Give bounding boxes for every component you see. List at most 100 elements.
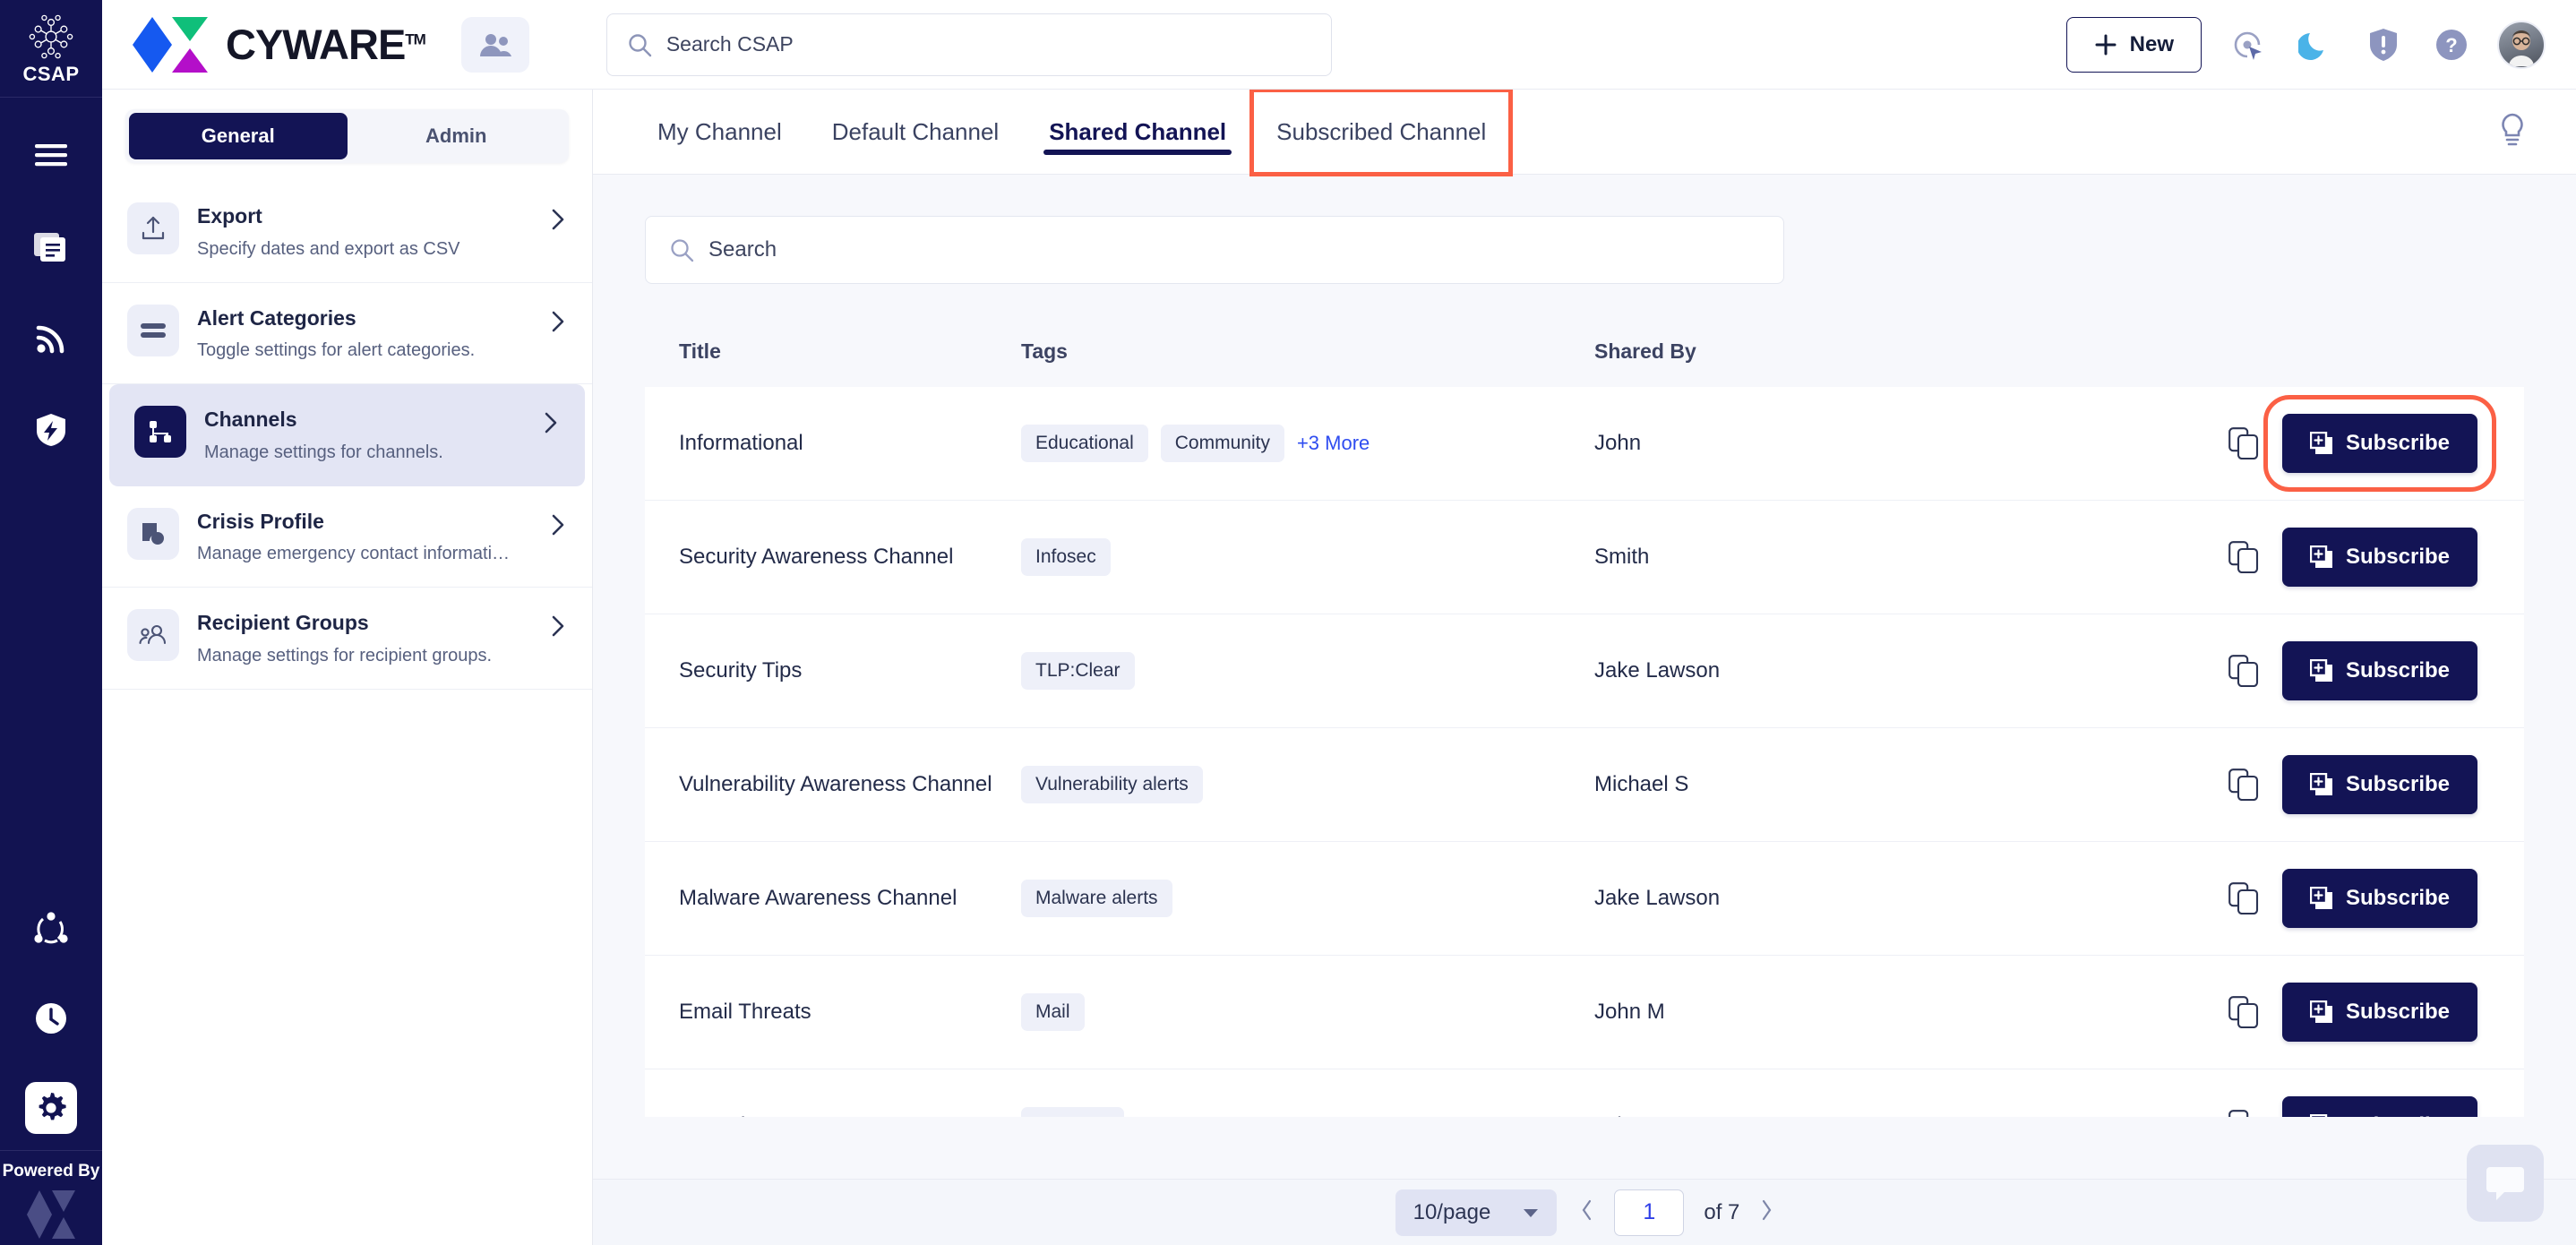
- gear-icon[interactable]: [25, 1082, 77, 1134]
- row-actions: Subscribe: [2168, 614, 2524, 728]
- svg-text:?: ?: [2445, 34, 2457, 56]
- row-shared-by: Michael S: [1594, 728, 2168, 842]
- row-actions: Subscribe: [2168, 1069, 2524, 1118]
- help-question-icon[interactable]: ?: [2429, 22, 2474, 67]
- table-row[interactable]: Security Awareness Channel Infosec Smith: [645, 501, 2524, 614]
- subscribe-button[interactable]: Subscribe: [2282, 983, 2477, 1042]
- moon-icon[interactable]: [2293, 22, 2338, 67]
- copy-icon[interactable]: [2228, 541, 2259, 573]
- subscribe-add-icon: [2310, 432, 2333, 455]
- shield-alert-icon[interactable]: [2361, 22, 2406, 67]
- copy-icon[interactable]: [2228, 427, 2259, 459]
- table-row[interactable]: Security Tips TLP:Clear Jake Lawson: [645, 614, 2524, 728]
- sidebar-item-recipient-groups[interactable]: Recipient Groups Manage settings for rec…: [102, 588, 592, 690]
- row-action-group: Subscribe: [2168, 414, 2524, 473]
- channel-tabs: My Channel Default Channel Shared Channe…: [593, 90, 2576, 175]
- channels-content: Search Title Tags Shared By Informationa…: [593, 175, 2576, 1245]
- channels-table-head: Title Tags Shared By: [645, 316, 2524, 387]
- table-row[interactable]: Vulnerability Awareness Channel Vulnerab…: [645, 728, 2524, 842]
- search-icon: [627, 32, 652, 57]
- chevron-down-icon: [1523, 1207, 1539, 1218]
- more-tags-link[interactable]: +3 More: [1297, 432, 1370, 455]
- lightbulb-icon[interactable]: [2497, 112, 2528, 152]
- chevron-right-icon[interactable]: [1759, 1198, 1773, 1226]
- tag[interactable]: Vulnerability alerts: [1021, 766, 1203, 803]
- search-input[interactable]: Search: [645, 216, 1784, 284]
- brand-word-text: CYWARE: [226, 21, 405, 68]
- row-action-group: Subscribe: [2168, 983, 2524, 1042]
- copy-icon[interactable]: [2228, 655, 2259, 687]
- rail-bottom-group: Powered By: [0, 871, 102, 1245]
- subscribe-add-icon: [2310, 545, 2333, 569]
- row-tags: Vulnerability alerts: [1021, 728, 1594, 842]
- subscribe-button[interactable]: Subscribe: [2282, 414, 2477, 473]
- subscribe-label: Subscribe: [2346, 658, 2450, 683]
- avatar[interactable]: [2497, 21, 2546, 69]
- table-row[interactable]: Email Threats Mail John M: [645, 956, 2524, 1069]
- subscribe-button[interactable]: Subscribe: [2282, 755, 2477, 814]
- subscribe-add-icon: [2310, 1114, 2333, 1117]
- sidebar-item-recipient-groups-title: Recipient Groups: [197, 611, 531, 636]
- new-button[interactable]: New: [2066, 17, 2202, 73]
- menu-icon[interactable]: [25, 130, 77, 182]
- row-title: Email Threats: [645, 956, 1021, 1069]
- subscribe-label: Subscribe: [2346, 431, 2450, 456]
- tag[interactable]: Darkweb: [1021, 1107, 1124, 1117]
- chat-bubble-icon[interactable]: [2467, 1145, 2544, 1222]
- row-shared-by: John M: [1594, 956, 2168, 1069]
- copy-icon[interactable]: [2228, 882, 2259, 914]
- tag[interactable]: Malware alerts: [1021, 880, 1172, 917]
- chevron-left-icon[interactable]: [1580, 1198, 1594, 1226]
- subscribe-button[interactable]: Subscribe: [2282, 528, 2477, 587]
- share-network-icon[interactable]: [25, 903, 77, 955]
- subscribe-button[interactable]: Subscribe: [2282, 1096, 2477, 1117]
- row-title: Security Tips: [645, 614, 1021, 728]
- subscribe-button[interactable]: Subscribe: [2282, 869, 2477, 928]
- table-row[interactable]: New Threat Actors Darkweb Jake Lawson: [645, 1069, 2524, 1118]
- sidebar-item-export[interactable]: Export Specify dates and export as CSV: [102, 181, 592, 283]
- rss-feed-icon[interactable]: [25, 313, 77, 365]
- shield-bolt-icon[interactable]: [25, 404, 77, 456]
- chevron-right-icon: [549, 305, 567, 335]
- left-icon-rail: CSAP: [0, 0, 102, 1245]
- sidebar-item-channels[interactable]: Channels Manage settings for channels.: [109, 384, 585, 486]
- per-page-value: 10/page: [1413, 1200, 1491, 1225]
- tag[interactable]: Educational: [1021, 425, 1148, 462]
- channels-table-scroll[interactable]: Title Tags Shared By Informational Educa…: [645, 284, 2524, 1117]
- tab-shared-channel[interactable]: Shared Channel: [1024, 90, 1251, 175]
- copy-icon[interactable]: [2228, 1110, 2259, 1117]
- page-number-input[interactable]: 1: [1614, 1189, 1684, 1236]
- row-title: New Threat Actors: [645, 1069, 1021, 1118]
- tag-list: Educational Community +3 More: [1021, 425, 1594, 462]
- people-icon[interactable]: [461, 17, 529, 73]
- tag[interactable]: Community: [1161, 425, 1284, 462]
- copy-icon[interactable]: [2228, 996, 2259, 1028]
- tag[interactable]: Infosec: [1021, 538, 1111, 576]
- documents-icon[interactable]: [25, 221, 77, 273]
- click-target-icon[interactable]: [2225, 22, 2270, 67]
- subscribe-button[interactable]: Subscribe: [2282, 641, 2477, 700]
- table-row[interactable]: Informational Educational Community +3 M…: [645, 387, 2524, 501]
- tab-default-channel[interactable]: Default Channel: [807, 90, 1024, 175]
- tag[interactable]: Mail: [1021, 993, 1085, 1031]
- table-row[interactable]: Malware Awareness Channel Malware alerts…: [645, 842, 2524, 956]
- per-page-select[interactable]: 10/page: [1395, 1189, 1558, 1236]
- avatar-face-icon: [2501, 25, 2542, 66]
- segment-admin[interactable]: Admin: [348, 113, 566, 159]
- sidebar-item-alert-categories-title: Alert Categories: [197, 306, 531, 331]
- people-group-icon: [127, 609, 179, 661]
- sidebar-item-crisis-profile[interactable]: Crisis Profile Manage emergency contact …: [102, 486, 592, 588]
- global-search-placeholder: Search CSAP: [666, 32, 794, 56]
- row-shared-by: Jake Lawson: [1594, 1069, 2168, 1118]
- rail-product-logo: CSAP: [22, 0, 79, 86]
- copy-icon[interactable]: [2228, 768, 2259, 801]
- tab-my-channel[interactable]: My Channel: [632, 90, 807, 175]
- tag[interactable]: TLP:Clear: [1021, 652, 1135, 690]
- clock-icon[interactable]: [25, 992, 77, 1044]
- global-search-input[interactable]: Search CSAP: [606, 13, 1332, 76]
- sidebar-item-alert-categories[interactable]: Alert Categories Toggle settings for ale…: [102, 283, 592, 385]
- rail-secondary-icons: [25, 903, 77, 1134]
- settings-segmented-control: General Admin: [125, 109, 569, 163]
- tab-subscribed-channel[interactable]: Subscribed Channel: [1251, 90, 1511, 175]
- segment-general[interactable]: General: [129, 113, 348, 159]
